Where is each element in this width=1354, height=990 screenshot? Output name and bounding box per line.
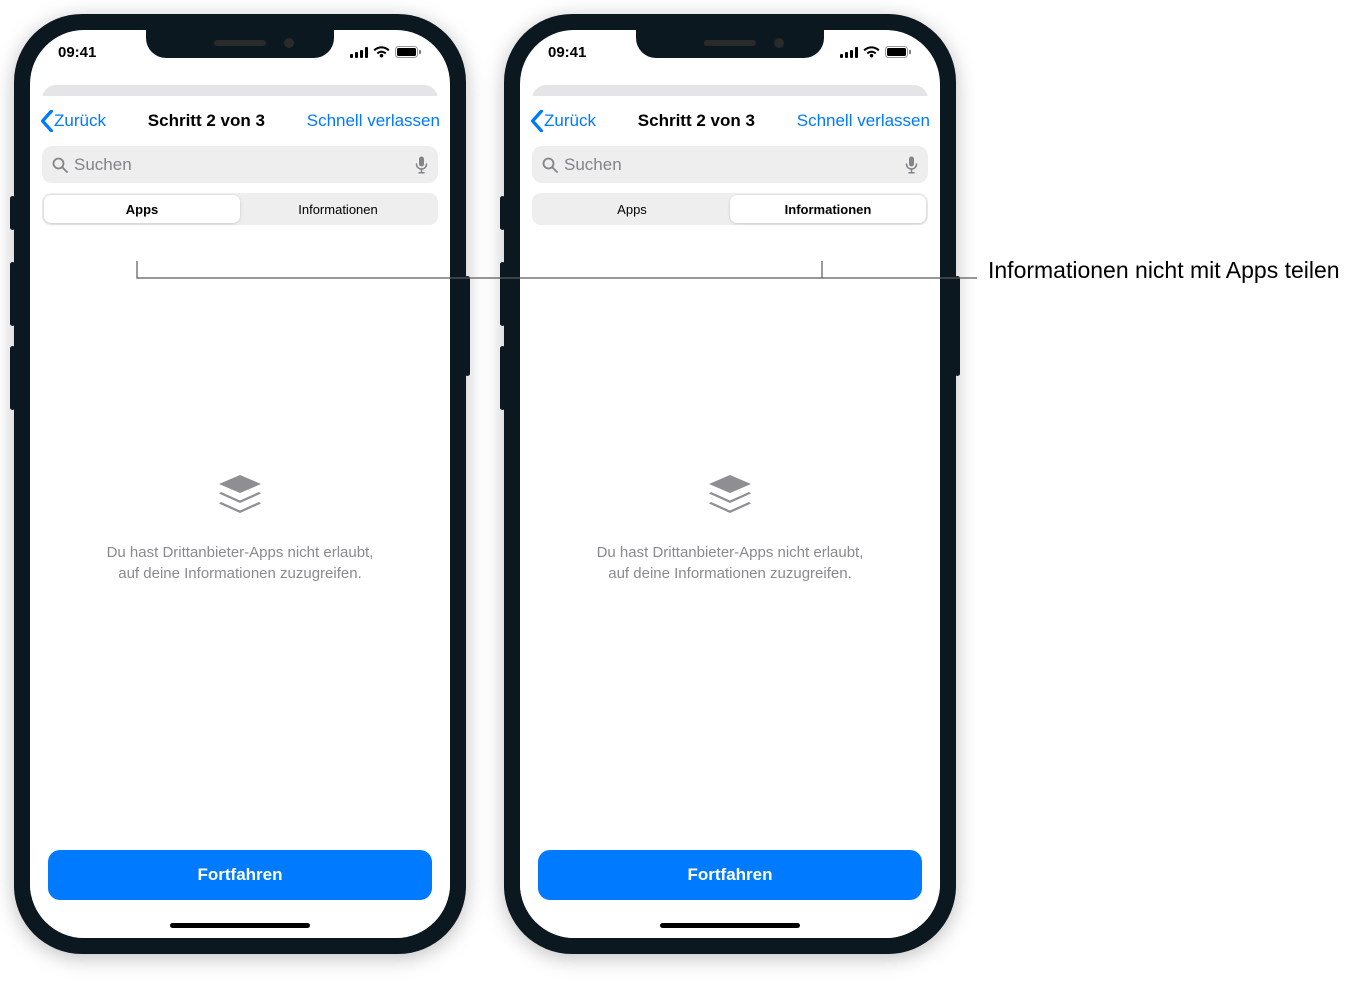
nav-bar: Zurück Schritt 2 von 3 Schnell verlassen: [520, 96, 940, 146]
annotation-label: Informationen nicht mit Apps teilen: [988, 256, 1340, 286]
empty-state: Du hast Drittanbieter-Apps nicht erlaubt…: [30, 218, 450, 835]
empty-text-line1: Du hast Drittanbieter-Apps nicht erlaubt…: [107, 542, 374, 563]
empty-text-line1: Du hast Drittanbieter-Apps nicht erlaubt…: [597, 542, 864, 563]
status-time: 09:41: [58, 44, 96, 61]
search-icon: [52, 157, 68, 173]
power-button: [955, 276, 960, 376]
search-input[interactable]: Suchen: [532, 146, 928, 183]
volume-down-button: [500, 346, 505, 410]
empty-text-line2: auf deine Informationen zuzugreifen.: [107, 563, 374, 584]
stack-icon: [703, 470, 757, 524]
continue-button[interactable]: Fortfahren: [48, 850, 432, 900]
volume-up-button: [10, 262, 15, 326]
screen-left: 09:41 Zurück: [30, 30, 450, 938]
cellular-icon: [840, 47, 858, 58]
nav-title: Schritt 2 von 3: [148, 111, 265, 131]
back-button[interactable]: Zurück: [40, 110, 106, 132]
modal-sheet: Zurück Schritt 2 von 3 Schnell verlassen…: [520, 96, 940, 938]
wifi-icon: [373, 46, 390, 58]
notch: [636, 30, 824, 58]
power-button: [465, 276, 470, 376]
continue-button[interactable]: Fortfahren: [538, 850, 922, 900]
search-placeholder: Suchen: [74, 155, 415, 175]
chevron-left-icon: [530, 110, 544, 132]
back-button[interactable]: Zurück: [530, 110, 596, 132]
status-right: [840, 46, 912, 58]
chevron-left-icon: [40, 110, 54, 132]
search-placeholder: Suchen: [564, 155, 905, 175]
home-indicator[interactable]: [660, 923, 800, 928]
cellular-icon: [350, 47, 368, 58]
empty-state: Du hast Drittanbieter-Apps nicht erlaubt…: [520, 218, 940, 835]
stack-icon: [213, 470, 267, 524]
volume-up-button: [500, 262, 505, 326]
wifi-icon: [863, 46, 880, 58]
nav-bar: Zurück Schritt 2 von 3 Schnell verlassen: [30, 96, 450, 146]
mic-icon[interactable]: [905, 156, 918, 174]
volume-switch: [10, 196, 15, 230]
phone-right: 09:41 Zurück: [504, 14, 956, 954]
search-input[interactable]: Suchen: [42, 146, 438, 183]
quick-exit-button[interactable]: Schnell verlassen: [797, 111, 930, 131]
status-time: 09:41: [548, 44, 586, 61]
back-label: Zurück: [544, 111, 596, 131]
phone-left: 09:41 Zurück: [14, 14, 466, 954]
back-label: Zurück: [54, 111, 106, 131]
volume-switch: [500, 196, 505, 230]
volume-down-button: [10, 346, 15, 410]
status-right: [350, 46, 422, 58]
mic-icon[interactable]: [415, 156, 428, 174]
quick-exit-button[interactable]: Schnell verlassen: [307, 111, 440, 131]
search-icon: [542, 157, 558, 173]
nav-title: Schritt 2 von 3: [638, 111, 755, 131]
battery-icon: [395, 46, 422, 58]
screen-right: 09:41 Zurück: [520, 30, 940, 938]
empty-text-line2: auf deine Informationen zuzugreifen.: [597, 563, 864, 584]
battery-icon: [885, 46, 912, 58]
home-indicator[interactable]: [170, 923, 310, 928]
modal-sheet: Zurück Schritt 2 von 3 Schnell verlassen…: [30, 96, 450, 938]
notch: [146, 30, 334, 58]
